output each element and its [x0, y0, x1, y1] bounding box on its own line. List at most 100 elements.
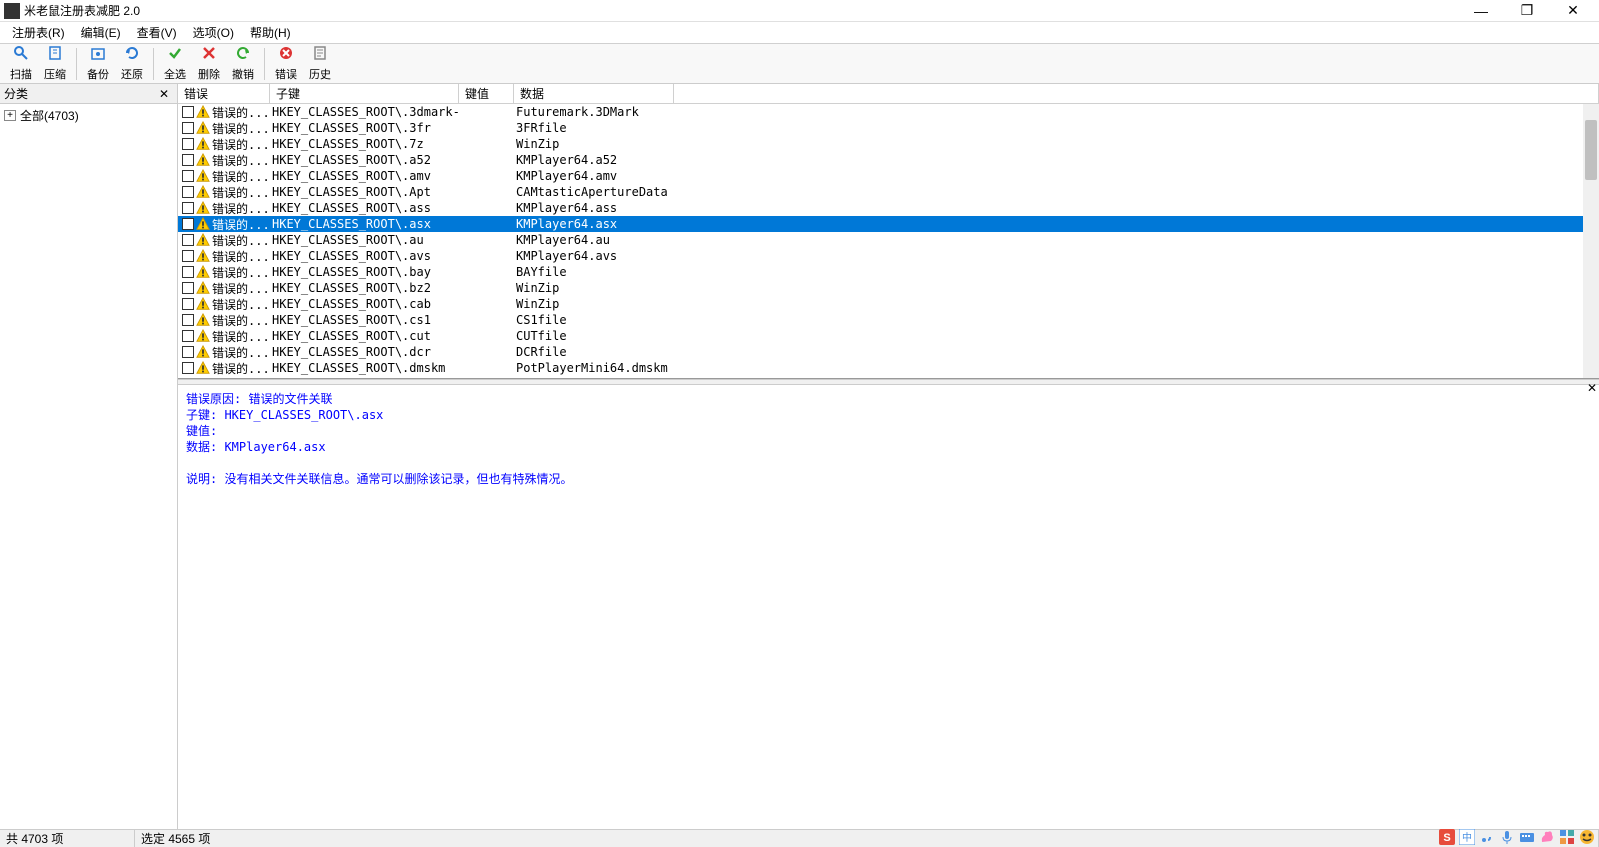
column-header-value[interactable]: 键值 — [459, 84, 514, 103]
vertical-scrollbar[interactable] — [1583, 104, 1599, 378]
tray-ime-icon[interactable]: S — [1439, 829, 1455, 845]
minimize-button[interactable]: — — [1467, 1, 1495, 21]
list-row[interactable]: 错误的...HKEY_CLASSES_ROOT\.bz2WinZip — [178, 280, 1599, 296]
row-checkbox[interactable] — [182, 218, 194, 230]
cell-data: KMPlayer64.au — [514, 233, 674, 247]
list-row[interactable]: 错误的...HKEY_CLASSES_ROOT\.cutCUTfile — [178, 328, 1599, 344]
results-list[interactable]: 错误 子键 键值 数据 错误的...HKEY_CLASSES_ROOT\.3dm… — [178, 84, 1599, 379]
cell-data: 3FRfile — [514, 121, 674, 135]
row-checkbox[interactable] — [182, 202, 194, 214]
cell-data: CS1file — [514, 313, 674, 327]
cell-error: 错误的... — [178, 216, 270, 233]
list-row[interactable]: 错误的...HKEY_CLASSES_ROOT\.3fr3FRfile — [178, 120, 1599, 136]
window-controls: — ❐ ✕ — [1467, 1, 1595, 21]
row-checkbox[interactable] — [182, 250, 194, 262]
row-checkbox[interactable] — [182, 186, 194, 198]
list-row[interactable]: 错误的...HKEY_CLASSES_ROOT\.7zWinZip — [178, 136, 1599, 152]
menu-item-0[interactable]: 注册表(R) — [4, 22, 73, 43]
row-checkbox[interactable] — [182, 266, 194, 278]
error-text: 错误的... — [212, 248, 270, 265]
toolbar-compress-button[interactable]: 压缩 — [38, 43, 72, 84]
status-selected: 选定 4565 项 — [135, 830, 1599, 847]
list-row[interactable]: 错误的...HKEY_CLASSES_ROOT\.dcrDCRfile — [178, 344, 1599, 360]
list-row[interactable]: 错误的...HKEY_CLASSES_ROOT\.asxKMPlayer64.a… — [178, 216, 1599, 232]
row-checkbox[interactable] — [182, 330, 194, 342]
tray-app1-icon[interactable] — [1539, 829, 1555, 845]
toolbar-error-button[interactable]: 错误 — [269, 43, 303, 84]
row-checkbox[interactable] — [182, 106, 194, 118]
toolbar-backup-button[interactable]: 备份 — [81, 43, 115, 84]
toolbar-separator — [153, 48, 154, 80]
sidebar-title: 分类 — [4, 85, 28, 102]
cell-data: BAYfile — [514, 265, 674, 279]
scroll-thumb[interactable] — [1585, 120, 1597, 180]
close-button[interactable]: ✕ — [1559, 1, 1587, 21]
menu-item-3[interactable]: 选项(O) — [185, 22, 242, 43]
cell-subkey: HKEY_CLASSES_ROOT\.ass — [270, 201, 459, 215]
row-checkbox[interactable] — [182, 234, 194, 246]
cell-subkey: HKEY_CLASSES_ROOT\.bay — [270, 265, 459, 279]
menu-item-2[interactable]: 查看(V) — [129, 22, 185, 43]
category-tree[interactable]: + 全部(4703) — [0, 104, 177, 829]
row-checkbox[interactable] — [182, 154, 194, 166]
column-header-data[interactable]: 数据 — [514, 84, 674, 103]
tree-root-node[interactable]: + 全部(4703) — [2, 106, 175, 125]
row-checkbox[interactable] — [182, 170, 194, 182]
row-checkbox[interactable] — [182, 122, 194, 134]
sidebar-close-icon[interactable]: ✕ — [155, 87, 173, 101]
row-checkbox[interactable] — [182, 282, 194, 294]
row-checkbox[interactable] — [182, 362, 194, 374]
menu-item-1[interactable]: 编辑(E) — [73, 22, 129, 43]
cell-data: KMPlayer64.amv — [514, 169, 674, 183]
toolbar-history-button[interactable]: 历史 — [303, 43, 337, 84]
svg-text:中: 中 — [1462, 831, 1472, 844]
list-row[interactable]: 错误的...HKEY_CLASSES_ROOT\.a52KMPlayer64.a… — [178, 152, 1599, 168]
list-row[interactable]: 错误的...HKEY_CLASSES_ROOT\.amvKMPlayer64.a… — [178, 168, 1599, 184]
tree-expander-icon[interactable]: + — [4, 110, 16, 121]
row-checkbox[interactable] — [182, 298, 194, 310]
row-checkbox[interactable] — [182, 138, 194, 150]
column-header-subkey[interactable]: 子键 — [270, 84, 459, 103]
row-checkbox[interactable] — [182, 314, 194, 326]
list-row[interactable]: 错误的...HKEY_CLASSES_ROOT\.assKMPlayer64.a… — [178, 200, 1599, 216]
tray-lang-icon[interactable]: 中 — [1459, 829, 1475, 845]
menu-item-4[interactable]: 帮助(H) — [242, 22, 299, 43]
list-row[interactable]: 错误的...HKEY_CLASSES_ROOT\.cs1CS1file — [178, 312, 1599, 328]
list-row[interactable]: 错误的...HKEY_CLASSES_ROOT\.auKMPlayer64.au — [178, 232, 1599, 248]
row-checkbox[interactable] — [182, 346, 194, 358]
cell-data: Futuremark.3DMark — [514, 105, 674, 119]
toolbar-undo-button[interactable]: 撤销 — [226, 43, 260, 84]
list-row[interactable]: 错误的...HKEY_CLASSES_ROOT\.cabWinZip — [178, 296, 1599, 312]
toolbar-separator — [76, 48, 77, 80]
list-row[interactable]: 错误的...HKEY_CLASSES_ROOT\.dmskmPotPlayerM… — [178, 360, 1599, 376]
tray-punct-icon[interactable] — [1479, 829, 1495, 845]
tray-app3-icon[interactable] — [1579, 829, 1595, 845]
tray-mic-icon[interactable] — [1499, 829, 1515, 845]
cell-data: PotPlayerMini64.dmskm — [514, 361, 674, 375]
warning-icon — [196, 281, 210, 295]
delete-icon — [201, 45, 217, 66]
toolbar-delete-button[interactable]: 删除 — [192, 43, 226, 84]
maximize-button[interactable]: ❐ — [1513, 1, 1541, 21]
main-panel: 错误 子键 键值 数据 错误的...HKEY_CLASSES_ROOT\.3dm… — [178, 84, 1599, 829]
list-row[interactable]: 错误的...HKEY_CLASSES_ROOT\.avsKMPlayer64.a… — [178, 248, 1599, 264]
tray-keyboard-icon[interactable] — [1519, 829, 1535, 845]
error-text: 错误的... — [212, 360, 270, 377]
toolbar-check-button[interactable]: 全选 — [158, 43, 192, 84]
list-row[interactable]: 错误的...HKEY_CLASSES_ROOT\.bayBAYfile — [178, 264, 1599, 280]
cell-error: 错误的... — [178, 104, 270, 121]
titlebar[interactable]: 米老鼠注册表减肥 2.0 — ❐ ✕ — [0, 0, 1599, 22]
error-text: 错误的... — [212, 152, 270, 169]
toolbar-restore-button[interactable]: 还原 — [115, 43, 149, 84]
detail-subkey: 子键: HKEY_CLASSES_ROOT\.asx — [186, 407, 1591, 423]
column-header-error[interactable]: 错误 — [178, 84, 270, 103]
tray-app2-icon[interactable] — [1559, 829, 1575, 845]
detail-panel: 错误原因: 错误的文件关联 子键: HKEY_CLASSES_ROOT\.asx… — [178, 385, 1599, 829]
cell-error: 错误的... — [178, 232, 270, 249]
toolbar-search-button[interactable]: 扫描 — [4, 43, 38, 84]
list-row[interactable]: 错误的...HKEY_CLASSES_ROOT\.3dmark-re...Fut… — [178, 104, 1599, 120]
statusbar: 共 4703 项 选定 4565 项 — [0, 829, 1599, 847]
detail-close-icon[interactable]: ✕ — [1587, 381, 1597, 395]
toolbar-label: 全选 — [164, 66, 186, 82]
list-row[interactable]: 错误的...HKEY_CLASSES_ROOT\.AptCAMtasticApe… — [178, 184, 1599, 200]
